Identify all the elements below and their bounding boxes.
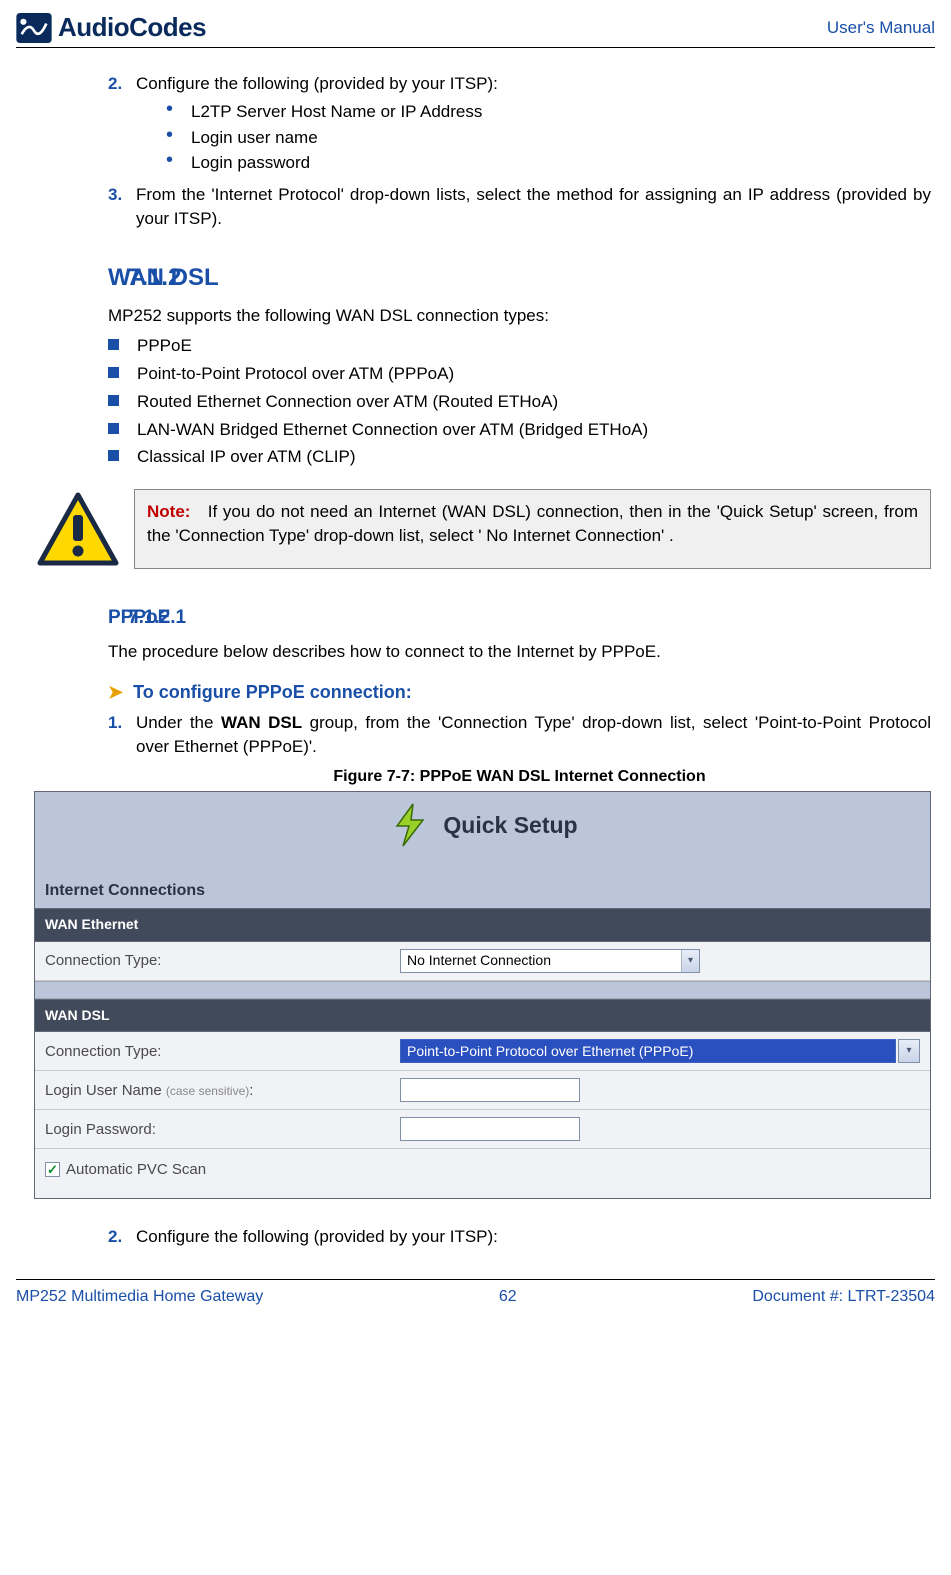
note-text: If you do not need an Internet (WAN DSL)… [147,502,918,545]
connection-type-label: Connection Type: [45,950,400,971]
dsl-dropdown-arrow[interactable]: ▾ [898,1039,920,1063]
logo-text: AudioCodes [58,12,206,43]
page-header: AudioCodes User's Manual [16,12,935,48]
note-callout: Note: If you do not need an Internet (WA… [36,489,931,569]
step-3: 3. From the 'Internet Protocol' drop-dow… [108,183,931,231]
footer-page-number: 62 [499,1288,517,1306]
step-text: Configure the following (provided by you… [136,74,498,93]
label-text: Login User Name [45,1082,166,1099]
procedure-heading: ➤ To configure PPPoE connection: [108,680,931,705]
auto-pvc-label: Automatic PVC Scan [66,1159,206,1180]
pppoe-step-1: 1. Under the WAN DSL group, from the 'Co… [108,711,931,759]
square-bullet-icon [108,450,119,461]
step-number: 3. [108,183,136,231]
logo-icon [16,13,52,43]
arrow-icon: ➤ [108,682,123,702]
auto-pvc-row: ✓ Automatic PVC Scan [35,1149,930,1198]
bullet-text: L2TP Server Host Name or IP Address [191,100,482,124]
chevron-down-icon: ▾ [681,950,699,972]
logo: AudioCodes [16,12,206,43]
connection-type-label: Connection Type: [45,1041,400,1062]
list-item: LAN-WAN Bridged Ethernet Connection over… [137,418,648,442]
auto-pvc-checkbox[interactable]: ✓ [45,1162,60,1177]
dropdown-value: No Internet Connection [407,951,681,971]
label-sub: (case sensitive) [166,1084,249,1098]
dropdown-value: Point-to-Point Protocol over Ethernet (P… [407,1042,889,1062]
header-doc-title: User's Manual [827,12,935,38]
step-text-pre: Under the [136,713,221,732]
login-password-input[interactable] [400,1117,580,1141]
internet-connections-label: Internet Connections [35,874,930,908]
spacer [35,981,930,999]
list-item: Classical IP over ATM (CLIP) [137,445,356,469]
figure-caption: Figure 7-7: PPPoE WAN DSL Internet Conne… [108,766,931,788]
step-text: From the 'Internet Protocol' drop-down l… [136,185,931,228]
list-item: PPPoE [137,334,192,358]
step-2-bullets: • L2TP Server Host Name or IP Address • Lo… [166,100,931,175]
login-user-input[interactable] [400,1078,580,1102]
login-user-row: Login User Name (case sensitive): [35,1071,930,1110]
step-text: Configure the following (provided by you… [136,1227,498,1246]
chevron-down-icon: ▾ [899,1040,919,1062]
footer-left: MP252 Multimedia Home Gateway [16,1288,263,1306]
page-footer: MP252 Multimedia Home Gateway 62 Documen… [16,1279,935,1318]
section-number: 7.1.2 [128,261,181,295]
eth-connection-type-row: Connection Type: No Internet Connection … [35,942,930,981]
list-item: Point-to-Point Protocol over ATM (PPPoA) [137,362,454,386]
wan-dsl-bar: WAN DSL [35,999,930,1033]
dsl-connection-type-row: Connection Type: Point-to-Point Protocol… [35,1032,930,1071]
wan-dsl-list: PPPoE Point-to-Point Protocol over ATM (… [108,334,931,469]
list-item: Routed Ethernet Connection over ATM (Rou… [137,390,558,414]
footer-right: Document #: LTRT-23504 [752,1288,935,1306]
quick-setup-title: Quick Setup [443,809,577,841]
lightning-icon [387,802,431,848]
login-user-label: Login User Name (case sensitive): [45,1080,400,1101]
label-colon: : [249,1082,253,1099]
bullet-text: Login password [191,151,310,175]
login-password-label: Login Password: [45,1119,400,1140]
bullet-icon: • [166,151,173,169]
step-text-bold: WAN DSL [221,713,302,732]
bullet-icon: • [166,100,173,118]
square-bullet-icon [108,395,119,406]
figure-quick-setup: Quick Setup Internet Connections WAN Eth… [34,791,931,1200]
wan-dsl-intro: MP252 supports the following WAN DSL con… [108,304,931,328]
pppoe-step-2: 2. Configure the following (provided by … [108,1225,931,1249]
square-bullet-icon [108,367,119,378]
login-password-row: Login Password: [35,1110,930,1149]
bullet-icon: • [166,126,173,144]
bullet-text: Login user name [191,126,318,150]
dsl-connection-type-dropdown[interactable]: Point-to-Point Protocol over Ethernet (P… [400,1039,896,1063]
section-pppoe-heading: 7.1.2.1 PPPoE [108,605,931,632]
procedure-heading-text: To configure PPPoE connection: [133,682,412,702]
step-number: 2. [108,1225,136,1249]
warning-icon [36,491,120,569]
pppoe-intro: The procedure below describes how to con… [108,640,931,664]
square-bullet-icon [108,339,119,350]
eth-connection-type-dropdown[interactable]: No Internet Connection ▾ [400,949,700,973]
step-2: 2. Configure the following (provided by … [108,72,931,177]
wan-ethernet-bar: WAN Ethernet [35,908,930,942]
square-bullet-icon [108,423,119,434]
note-label: Note: [147,502,190,521]
section-number: 7.1.2.1 [128,605,186,632]
step-number: 2. [108,72,136,177]
step-number: 1. [108,711,136,759]
section-wan-dsl-heading: 7.1.2 WAN DSL [108,261,931,295]
